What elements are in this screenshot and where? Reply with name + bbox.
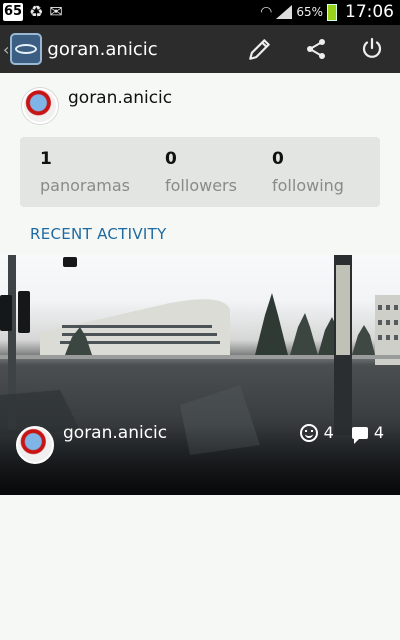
clock: 17:06 (345, 2, 394, 22)
power-icon (362, 37, 382, 58)
status-bar: 65 ♻ ✉ ◠ 65% 17:06 (0, 0, 400, 25)
recent-activity-heading: RECENT ACTIVITY (30, 225, 167, 243)
stat-label: followers (165, 176, 237, 195)
stat-following[interactable]: 0 following (272, 149, 344, 195)
activity-stats: 4 4 (299, 423, 384, 444)
wifi-icon: ◠ (260, 4, 273, 20)
smile-icon[interactable] (299, 423, 318, 442)
profile-header: goran.anicic (22, 88, 172, 124)
action-bar-actions (232, 25, 400, 73)
edit-button[interactable] (232, 25, 288, 73)
comment-icon[interactable] (351, 426, 368, 444)
comments-count: 4 (373, 423, 384, 442)
battery-percent: 65% (296, 5, 323, 19)
mail-icon: ✉ (49, 2, 63, 21)
stat-label: following (272, 176, 344, 195)
profile-username: goran.anicic (68, 88, 173, 108)
battery-icon (327, 3, 337, 21)
notification-badge: 65 (3, 3, 23, 21)
system-status: ◠ 65% 17:06 (260, 2, 394, 22)
pencil-icon (249, 39, 270, 60)
stat-label: panoramas (40, 176, 130, 195)
stat-value: 1 (40, 149, 52, 169)
action-bar-title: goran.anicic (47, 38, 158, 60)
profile-avatar[interactable] (22, 88, 58, 124)
action-bar: ‹ goran.anicic (0, 25, 400, 73)
recycle-icon: ♻ (29, 2, 44, 21)
activity-username[interactable]: goran.anicic (63, 423, 167, 443)
likes-count: 4 (323, 423, 334, 442)
back-caret-icon[interactable]: ‹ (3, 40, 9, 59)
activity-avatar[interactable] (16, 426, 54, 464)
panorama-card[interactable]: goran.anicic 4 4 (0, 255, 400, 495)
notification-area: 65 ♻ ✉ (3, 3, 63, 21)
share-button[interactable] (288, 25, 344, 73)
stat-followers[interactable]: 0 followers (165, 149, 237, 195)
stat-panoramas[interactable]: 1 panoramas (40, 149, 130, 195)
app-logo-icon[interactable] (10, 33, 43, 65)
stat-value: 0 (165, 149, 177, 169)
share-icon (307, 39, 325, 59)
profile-stats: 1 panoramas 0 followers 0 following (20, 137, 380, 207)
logout-button[interactable] (344, 25, 400, 73)
signal-icon (276, 5, 293, 19)
stat-value: 0 (272, 149, 284, 169)
